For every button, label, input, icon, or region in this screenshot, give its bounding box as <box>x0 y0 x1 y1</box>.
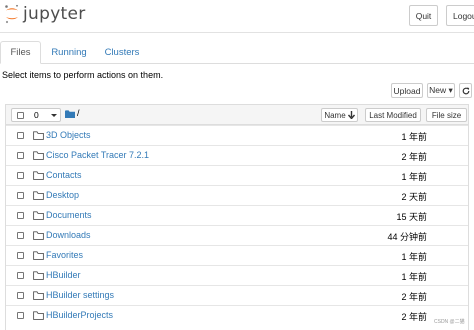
folder-icon <box>33 271 44 280</box>
header: jupyter Quit Logout <box>0 0 474 33</box>
tab-files[interactable]: Files <box>0 41 41 64</box>
row-name-link[interactable]: Cisco Packet Tracer 7.2.1 <box>46 150 149 160</box>
table-row[interactable]: Favorites 1 年前 <box>6 245 468 265</box>
tab-running[interactable]: Running <box>51 41 86 64</box>
row-checkbox[interactable] <box>17 152 24 159</box>
row-name-link[interactable]: 3D Objects <box>46 130 91 140</box>
row-modified: 2 年前 <box>401 292 427 302</box>
row-modified: 2 年前 <box>401 152 427 162</box>
table-row[interactable]: HBuilder 1 年前 <box>6 265 468 285</box>
sort-name-label: Name <box>324 110 346 120</box>
sort-name-button[interactable]: Name <box>321 108 358 122</box>
jupyter-logo-icon <box>5 4 18 24</box>
table-row[interactable]: HBuilderProjects 2 年前 <box>6 305 468 325</box>
folder-icon[interactable] <box>65 110 75 118</box>
sort-file-size-button[interactable]: File size <box>426 108 467 122</box>
row-checkbox[interactable] <box>17 172 24 179</box>
arrow-down-icon <box>347 111 355 119</box>
row-modified: 1 年前 <box>401 252 427 262</box>
row-modified: 2 天前 <box>401 192 427 202</box>
tab-clusters[interactable]: Clusters <box>105 41 140 64</box>
row-name-link[interactable]: HBuilderProjects <box>46 310 113 320</box>
row-modified: 15 天前 <box>396 212 427 222</box>
row-name-link[interactable]: HBuilder <box>46 270 81 280</box>
row-checkbox[interactable] <box>17 272 24 279</box>
table-row[interactable]: HBuilder settings 2 年前 <box>6 285 468 305</box>
table-row[interactable]: Documents 15 天前 <box>6 205 468 225</box>
selection-hint: Select items to perform actions on them. <box>2 70 164 80</box>
folder-icon <box>33 211 44 220</box>
folder-icon <box>33 231 44 240</box>
folder-icon <box>33 291 44 300</box>
quit-button[interactable]: Quit <box>409 5 438 26</box>
row-checkbox[interactable] <box>17 132 24 139</box>
jupyter-logo[interactable]: jupyter <box>4 4 86 24</box>
row-checkbox[interactable] <box>17 312 24 319</box>
table-row[interactable]: Cisco Packet Tracer 7.2.1 2 年前 <box>6 145 468 165</box>
table-row[interactable]: Contacts 1 年前 <box>6 165 468 185</box>
folder-icon <box>33 171 44 180</box>
chevron-down-icon <box>51 114 57 117</box>
folder-icon <box>33 251 44 260</box>
row-checkbox[interactable] <box>17 292 24 299</box>
selected-count: 0 <box>34 110 39 120</box>
new-dropdown-button[interactable]: New ▾ <box>427 83 455 98</box>
folder-icon <box>33 131 44 140</box>
breadcrumb[interactable]: / <box>77 108 80 118</box>
logout-button[interactable]: Logout <box>446 5 474 26</box>
table-row[interactable]: Downloads 44 分钟前 <box>6 225 468 245</box>
refresh-button[interactable] <box>459 83 472 98</box>
table-row[interactable]: Desktop 2 天前 <box>6 185 468 205</box>
folder-icon <box>33 151 44 160</box>
list-header: 0 / Name Last Modified File size <box>6 105 468 125</box>
select-all-dropdown[interactable]: 0 <box>11 108 61 122</box>
row-checkbox[interactable] <box>17 192 24 199</box>
select-all-checkbox[interactable] <box>17 112 24 119</box>
row-name-link[interactable]: HBuilder settings <box>46 290 114 300</box>
table-row[interactable]: 3D Objects 1 年前 <box>6 125 468 145</box>
row-checkbox[interactable] <box>17 212 24 219</box>
sort-last-modified-button[interactable]: Last Modified <box>365 108 421 122</box>
watermark: CSDN @二猫 <box>434 319 465 325</box>
row-modified: 1 年前 <box>401 172 427 182</box>
file-list: 0 / Name Last Modified File size 3D Obje… <box>5 104 469 330</box>
row-checkbox[interactable] <box>17 232 24 239</box>
row-checkbox[interactable] <box>17 252 24 259</box>
folder-icon <box>33 311 44 320</box>
row-modified: 1 年前 <box>401 272 427 282</box>
logo-text: jupyter <box>23 4 86 24</box>
row-name-link[interactable]: Documents <box>46 210 92 220</box>
row-modified: 2 年前 <box>401 312 427 322</box>
refresh-icon <box>462 86 469 94</box>
folder-icon <box>33 191 44 200</box>
row-modified: 1 年前 <box>401 132 427 142</box>
row-name-link[interactable]: Contacts <box>46 170 82 180</box>
row-name-link[interactable]: Desktop <box>46 190 79 200</box>
row-name-link[interactable]: Downloads <box>46 230 91 240</box>
row-name-link[interactable]: Favorites <box>46 250 83 260</box>
row-modified: 44 分钟前 <box>387 232 427 242</box>
upload-button[interactable]: Upload <box>391 83 423 98</box>
